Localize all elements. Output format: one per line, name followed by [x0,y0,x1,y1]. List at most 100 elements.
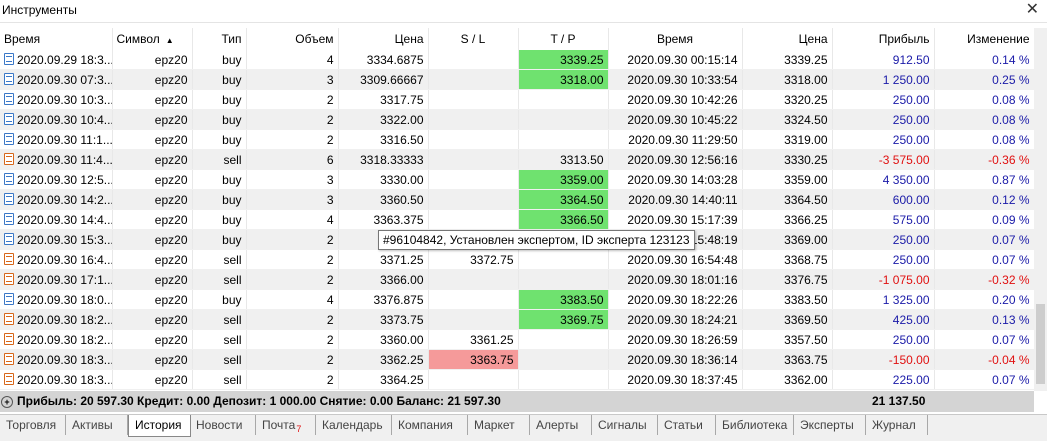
cell-price: 3363.375 [338,209,429,230]
cell-tp: 3366.50 [518,209,609,230]
tab-8[interactable]: Алерты [530,415,592,435]
vertical-scrollbar[interactable] [1034,28,1047,391]
col-header-close-price[interactable]: Цена [742,28,833,50]
cell-sl [428,109,519,130]
cell-change: 0.20 % [934,289,1035,310]
table-row[interactable]: 2020.09.30 11:1... epz20 buy 2 3316.50 2020.0… [0,129,1035,150]
cell-close-price: 3369.00 [742,229,833,250]
cell-sl [428,169,519,190]
cell-volume: 2 [246,89,339,110]
tab-label: Алерты [536,418,579,432]
cell-open-time: 2020.09.30 18:3... [0,349,113,370]
tab-13[interactable]: Журнал [866,415,928,435]
table-row[interactable]: 2020.09.30 18:3... epz20 sell 2 3362.25 3363.… [0,349,1035,370]
cell-tp [518,249,609,270]
cell-profit: 600.00 [832,189,935,210]
col-header-profit[interactable]: Прибыль [832,28,935,50]
col-header-type[interactable]: Тип [192,28,247,50]
cell-profit: -1 075.00 [832,269,935,290]
cell-open-time: 2020.09.30 07:3... [0,69,113,90]
cell-price: 3362.25 [338,349,429,370]
table-row[interactable]: 2020.09.30 10:4... epz20 buy 2 3322.00 2020.0… [0,109,1035,130]
cell-close-time: 2020.09.30 00:15:14 [608,50,743,70]
expand-icon[interactable]: + [1,396,13,408]
cell-type: buy [192,169,247,190]
cell-change: 0.08 % [934,129,1035,150]
col-header-tp[interactable]: T / P [518,28,609,50]
table-row[interactable]: 2020.09.29 18:3... epz20 buy 4 3334.6875 3339… [0,50,1035,70]
cell-symbol: epz20 [112,50,193,70]
cell-close-price: 3363.75 [742,349,833,370]
table-row[interactable]: 2020.09.30 18:0... epz20 buy 4 3376.875 3383.… [0,289,1035,310]
cell-price: 3364.25 [338,369,429,390]
table-row[interactable]: 2020.09.30 07:3... epz20 buy 3 3309.66667 331… [0,69,1035,90]
cell-sl: 3363.75 [428,349,519,370]
table-row[interactable]: 2020.09.30 18:2... epz20 sell 2 3373.75 3369.… [0,309,1035,330]
open-time-text: 2020.09.30 18:2... [17,332,112,347]
cell-volume: 3 [246,169,339,190]
table-row[interactable]: 2020.09.30 12:5... epz20 buy 3 3330.00 3359.0… [0,169,1035,190]
tab-3[interactable]: Новости [190,415,256,435]
cell-close-price: 3383.50 [742,289,833,310]
col-header-close-time[interactable]: Время [608,28,743,50]
table-row[interactable]: 2020.09.30 16:4... epz20 sell 2 3371.25 3372.… [0,249,1035,270]
cell-type: buy [192,289,247,310]
cell-symbol: epz20 [112,149,193,170]
cell-symbol: epz20 [112,289,193,310]
cell-price: 3373.75 [338,309,429,330]
cell-profit: 425.00 [832,309,935,330]
cell-price: 3330.00 [338,169,429,190]
cell-price: 3316.50 [338,129,429,150]
tab-label: Сигналы [598,418,647,432]
cell-volume: 2 [246,369,339,390]
open-time-text: 2020.09.30 15:3... [17,232,112,247]
cell-volume: 2 [246,329,339,350]
cell-change: -0.04 % [934,349,1035,370]
table-row[interactable]: 2020.09.30 17:1... epz20 sell 2 3366.00 2020.… [0,269,1035,290]
cell-open-time: 2020.09.30 11:1... [0,129,113,150]
tab-4[interactable]: Почта7 [256,415,316,435]
close-icon[interactable]: ✕ [1026,0,1039,20]
table-row[interactable]: 2020.09.30 14:2... epz20 buy 3 3360.50 3364.5… [0,189,1035,210]
col-header-volume[interactable]: Объем [246,28,339,50]
tab-1[interactable]: Активы [66,415,128,435]
cell-change: 0.08 % [934,109,1035,130]
col-header-symbol[interactable]: Символ ▲ [112,28,193,50]
buy-deal-icon [4,172,14,185]
tab-10[interactable]: Статьи [658,415,716,435]
cell-open-time: 2020.09.30 18:2... [0,309,113,330]
cell-type: buy [192,129,247,150]
table-row[interactable]: 2020.09.30 18:2... epz20 sell 2 3360.00 3361.… [0,329,1035,350]
cell-tp: 3364.50 [518,189,609,210]
tab-label: Библиотека [722,418,788,432]
scrollbar-thumb[interactable] [1036,304,1045,384]
table-row[interactable]: 2020.09.30 10:3... epz20 buy 2 3317.75 2020.0… [0,89,1035,110]
cell-sl [428,309,519,330]
cell-price: 3334.6875 [338,50,429,70]
cell-change: 0.13 % [934,309,1035,330]
tab-9[interactable]: Сигналы [592,415,658,435]
open-time-text: 2020.09.30 18:2... [17,312,112,327]
mail-count-badge: 7 [296,424,302,434]
col-header-open-time[interactable]: Время [0,28,113,50]
cell-change: 0.07 % [934,369,1035,390]
table-row[interactable]: 2020.09.30 11:4... epz20 sell 6 3318.33333 33… [0,149,1035,170]
tab-5[interactable]: Календарь [316,415,392,435]
tab-2[interactable]: История [128,415,191,437]
tab-label: Почта [262,418,296,432]
cell-close-time: 2020.09.30 12:56:16 [608,149,743,170]
col-header-sl[interactable]: S / L [428,28,519,50]
col-header-price[interactable]: Цена [338,28,429,50]
table-row[interactable]: 2020.09.30 14:4... epz20 buy 4 3363.375 3366.… [0,209,1035,230]
tab-label: Компания [398,418,453,432]
tab-12[interactable]: Эксперты [794,415,866,435]
table-row[interactable]: 2020.09.30 18:3... epz20 sell 2 3364.25 2020.… [0,369,1035,390]
cell-change: 0.07 % [934,229,1035,250]
tab-11[interactable]: Библиотека [716,415,794,435]
tab-0[interactable]: Торговля [0,415,66,435]
cell-type: sell [192,309,247,330]
cell-type: sell [192,369,247,390]
col-header-change[interactable]: Изменение [934,28,1035,50]
tab-7[interactable]: Маркет [468,415,530,435]
tab-6[interactable]: Компания [392,415,468,435]
